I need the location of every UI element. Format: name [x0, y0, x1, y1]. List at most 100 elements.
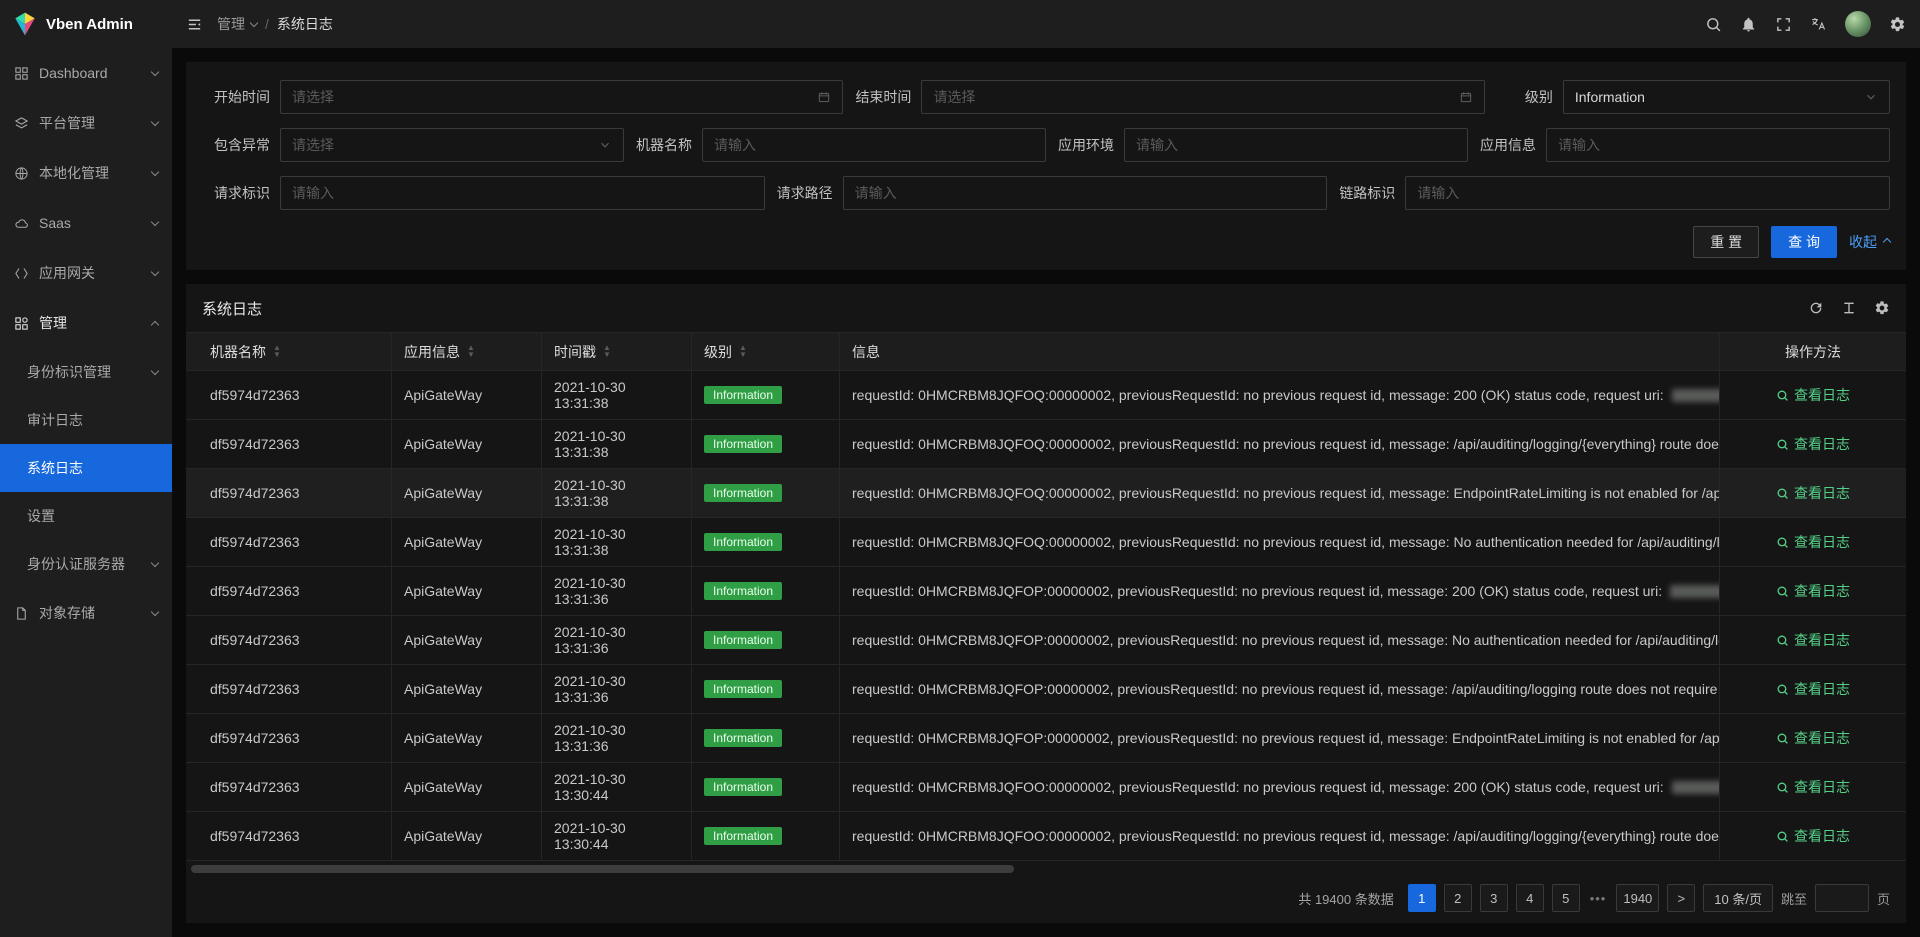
row-height-icon[interactable]	[1841, 300, 1857, 316]
page-button-3[interactable]: 3	[1480, 884, 1508, 912]
page-ellipsis[interactable]: •••	[1588, 891, 1609, 906]
table-row: df5974d72363 ApiGateWay 2021-10-30 13:31…	[186, 714, 1906, 763]
fullscreen-icon[interactable]	[1775, 16, 1792, 33]
page-suffix-label: 页	[1877, 889, 1890, 908]
translate-icon[interactable]	[1810, 16, 1827, 33]
cell-level: Information	[692, 518, 840, 567]
cell-level: Information	[692, 567, 840, 616]
cell-level: Information	[692, 469, 840, 518]
view-log-link[interactable]: 查看日志	[1776, 532, 1850, 552]
view-log-link[interactable]: 查看日志	[1776, 777, 1850, 797]
sidebar-item-audit-log[interactable]: 审计日志	[0, 396, 172, 444]
sidebar-item-system-log[interactable]: 系统日志	[0, 444, 172, 492]
breadcrumb-parent[interactable]: 管理	[217, 14, 257, 34]
chevron-down-icon	[1864, 90, 1878, 104]
request-id-input[interactable]	[280, 176, 765, 210]
view-log-link[interactable]: 查看日志	[1776, 385, 1850, 405]
select-value: Information	[1575, 89, 1864, 105]
sidebar-item-localization[interactable]: 本地化管理	[0, 148, 172, 198]
app-info-input[interactable]	[1546, 128, 1890, 162]
view-log-link[interactable]: 查看日志	[1776, 679, 1850, 699]
scrollbar-thumb[interactable]	[191, 865, 1014, 873]
col-header-app[interactable]: 应用信息 ▲▼	[392, 333, 542, 371]
collapse-link[interactable]: 收起	[1849, 232, 1890, 252]
col-label: 机器名称	[210, 342, 266, 362]
end-time-picker[interactable]: 请选择	[921, 80, 1484, 114]
sidebar-item-object-storage[interactable]: 对象存储	[0, 588, 172, 638]
sidebar-item-dashboard[interactable]: Dashboard	[0, 48, 172, 98]
trace-id-input[interactable]	[1405, 176, 1890, 210]
view-log-link[interactable]: 查看日志	[1776, 826, 1850, 846]
system-log-panel: 系统日志 机器名称 ▲▼ 应用信息 ▲▼	[186, 284, 1906, 923]
redacted-text	[1670, 585, 1720, 598]
page-button-5[interactable]: 5	[1552, 884, 1580, 912]
col-header-level[interactable]: 级别 ▲▼	[692, 333, 840, 371]
cell-message: requestId: 0HMCRBM8JQFOQ:00000002, previ…	[840, 371, 1720, 420]
sort-icon[interactable]: ▲▼	[467, 345, 475, 358]
col-header-timestamp[interactable]: 时间戳 ▲▼	[542, 333, 692, 371]
machine-name-input[interactable]	[702, 128, 1046, 162]
table-header-bar: 系统日志	[186, 284, 1906, 332]
app-logo[interactable]: Vben Admin	[0, 0, 172, 48]
level-badge: Information	[704, 827, 782, 845]
cell-app: ApiGateWay	[392, 812, 542, 861]
search-icon[interactable]	[1705, 16, 1722, 33]
cell-machine: df5974d72363	[186, 763, 392, 812]
page-button-2[interactable]: 2	[1444, 884, 1472, 912]
view-log-link[interactable]: 查看日志	[1776, 434, 1850, 454]
bell-icon[interactable]	[1740, 16, 1757, 33]
picker-placeholder: 请选择	[292, 87, 817, 107]
page-button-last[interactable]: 1940	[1616, 884, 1659, 912]
filter-request-path: 请求路径	[765, 176, 1328, 210]
menu-fold-icon[interactable]	[186, 16, 203, 33]
sidebar-item-gateway[interactable]: 应用网关	[0, 248, 172, 298]
page-size-select[interactable]: 10 条/页	[1703, 884, 1773, 912]
view-log-link[interactable]: 查看日志	[1776, 728, 1850, 748]
sidebar-item-settings[interactable]: 设置	[0, 492, 172, 540]
chevron-up-icon	[151, 320, 159, 328]
column-settings-icon[interactable]	[1874, 300, 1890, 316]
magnifier-icon	[1776, 781, 1789, 794]
appstore-icon	[14, 316, 29, 331]
sidebar-item-auth-server[interactable]: 身份认证服务器	[0, 540, 172, 588]
reset-button[interactable]: 重 置	[1693, 226, 1759, 258]
request-path-input[interactable]	[843, 176, 1328, 210]
page-jump-input[interactable]	[1815, 884, 1869, 912]
cell-message: requestId: 0HMCRBM8JQFOQ:00000002, previ…	[840, 420, 1720, 469]
filter-label: 请求路径	[765, 183, 843, 203]
table-row: df5974d72363 ApiGateWay 2021-10-30 13:31…	[186, 665, 1906, 714]
gear-icon[interactable]	[1889, 16, 1906, 33]
cell-machine: df5974d72363	[186, 469, 392, 518]
exception-select[interactable]: 请选择	[280, 128, 624, 162]
sort-icon[interactable]: ▲▼	[739, 345, 747, 358]
chevron-down-icon	[598, 138, 612, 152]
cell-level: Information	[692, 616, 840, 665]
col-header-machine[interactable]: 机器名称 ▲▼	[186, 333, 392, 371]
next-page-button[interactable]: >	[1667, 884, 1695, 912]
col-label: 时间戳	[554, 342, 596, 362]
cell-level: Information	[692, 714, 840, 763]
brackets-icon	[14, 266, 29, 281]
start-time-picker[interactable]: 请选择	[280, 80, 843, 114]
sidebar-item-platform[interactable]: 平台管理	[0, 98, 172, 148]
sidebar-item-label: 系统日志	[27, 458, 83, 478]
cell-level: Information	[692, 371, 840, 420]
sidebar-item-admin[interactable]: 管理	[0, 298, 172, 348]
sort-icon[interactable]: ▲▼	[273, 345, 281, 358]
sidebar-item-saas[interactable]: Saas	[0, 198, 172, 248]
level-select[interactable]: Information	[1563, 80, 1890, 114]
view-log-link[interactable]: 查看日志	[1776, 483, 1850, 503]
page-button-4[interactable]: 4	[1516, 884, 1544, 912]
filter-label: 包含异常	[202, 135, 280, 155]
app-env-input[interactable]	[1124, 128, 1468, 162]
refresh-icon[interactable]	[1808, 300, 1824, 316]
sidebar-item-identity-management[interactable]: 身份标识管理	[0, 348, 172, 396]
page-button-1[interactable]: 1	[1408, 884, 1436, 912]
view-log-link[interactable]: 查看日志	[1776, 581, 1850, 601]
sort-icon[interactable]: ▲▼	[603, 345, 611, 358]
pagination: 共 19400 条数据 1 2 3 4 5 ••• 1940 > 10 条/页 …	[186, 874, 1906, 923]
avatar[interactable]	[1845, 11, 1871, 37]
filter-panel: 开始时间 请选择 结束时间 请选择 级别 Inform	[186, 62, 1906, 270]
search-button[interactable]: 查 询	[1771, 226, 1837, 258]
view-log-link[interactable]: 查看日志	[1776, 630, 1850, 650]
